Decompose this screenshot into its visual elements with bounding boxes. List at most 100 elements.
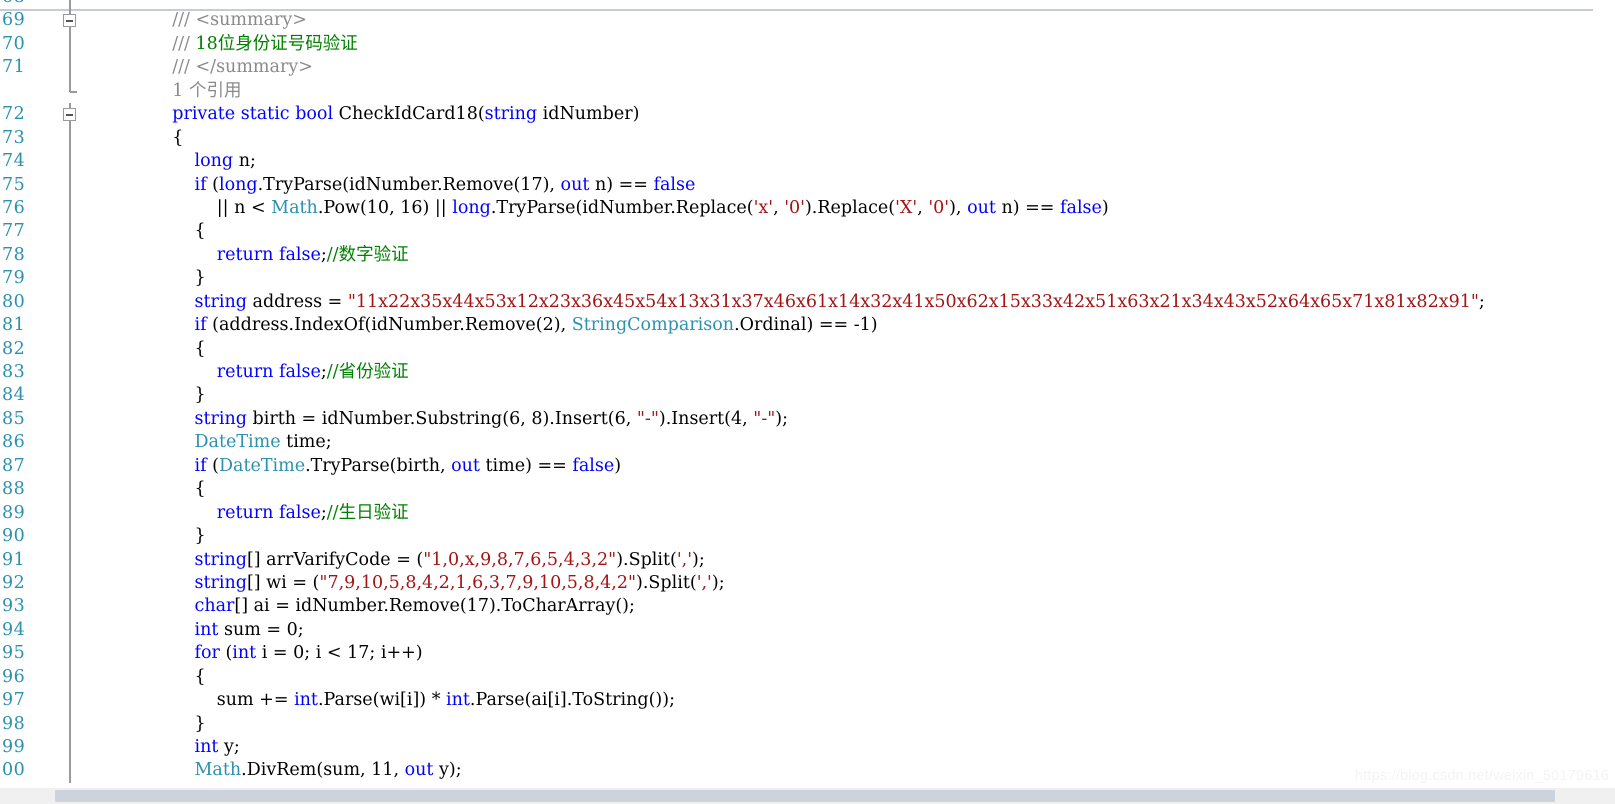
fold-margin[interactable] — [62, 454, 80, 479]
code-line[interactable]: 82 { — [0, 337, 1615, 361]
code-text[interactable]: } — [150, 267, 206, 290]
fold-margin[interactable] — [62, 9, 80, 33]
code-line[interactable]: 89 return false;//生日验证 — [0, 501, 1615, 526]
code-text[interactable]: int y; — [150, 736, 240, 759]
fold-margin[interactable] — [62, 56, 80, 80]
code-line[interactable]: 75 if (long.TryParse(idNumber.Remove(17)… — [0, 173, 1615, 197]
code-line[interactable]: 77 { — [0, 220, 1615, 244]
code-line[interactable]: 78 return false;//数字验证 — [0, 243, 1615, 268]
fold-margin[interactable] — [62, 337, 80, 361]
code-text[interactable]: { — [150, 478, 206, 501]
code-line[interactable]: 98 } — [0, 712, 1615, 736]
fold-margin[interactable] — [62, 243, 80, 268]
code-text[interactable]: long n; — [150, 150, 256, 173]
code-text[interactable]: || n < Math.Pow(10, 16) || long.TryParse… — [150, 197, 1109, 220]
code-line[interactable]: 74 long n; — [0, 150, 1615, 174]
code-text[interactable]: /// </summary> — [150, 56, 313, 79]
fold-margin[interactable] — [62, 595, 80, 619]
fold-margin[interactable] — [62, 665, 80, 690]
fold-margin[interactable] — [62, 736, 80, 760]
code-text[interactable]: Math.DivRem(sum, 11, out y); — [150, 759, 462, 782]
code-text[interactable]: return false;//数字验证 — [150, 244, 409, 267]
code-text[interactable]: { — [150, 127, 183, 150]
code-text[interactable]: if (address.IndexOf(idNumber.Remove(2), … — [150, 314, 878, 337]
code-text[interactable]: /// 18位身份证号码验证 — [150, 33, 358, 56]
code-line[interactable]: 90 } — [0, 525, 1615, 549]
code-line[interactable]: 68 — [0, 0, 1615, 10]
code-line[interactable]: 71 /// </summary> — [0, 56, 1615, 80]
code-line[interactable]: 76 || n < Math.Pow(10, 16) || long.TryPa… — [0, 196, 1615, 221]
fold-margin[interactable] — [62, 220, 80, 244]
fold-margin[interactable] — [62, 712, 80, 736]
code-line[interactable]: 79 } — [0, 267, 1615, 291]
code-line[interactable]: 95 for (int i = 0; i < 17; i++) — [0, 642, 1615, 666]
fold-margin[interactable] — [62, 642, 80, 666]
fold-margin[interactable] — [62, 571, 80, 596]
code-text[interactable]: } — [150, 525, 206, 548]
code-line[interactable]: 96 { — [0, 665, 1615, 690]
code-line[interactable]: 72 private static bool CheckIdCard18(str… — [0, 103, 1615, 127]
code-text[interactable]: string[] arrVarifyCode = ("1,0,x,9,8,7,6… — [150, 549, 705, 572]
code-line[interactable]: 83 return false;//省份验证 — [0, 361, 1615, 385]
fold-margin[interactable] — [62, 103, 80, 127]
code-text[interactable]: string[] wi = ("7,9,10,5,8,4,2,1,6,3,7,9… — [150, 572, 725, 595]
code-line[interactable]: 87 if (DateTime.TryParse(birth, out time… — [0, 454, 1615, 479]
fold-margin[interactable] — [62, 431, 80, 455]
fold-margin[interactable] — [62, 32, 80, 57]
fold-margin[interactable] — [62, 501, 80, 526]
code-line[interactable]: 84 } — [0, 384, 1615, 408]
code-line[interactable]: 70 /// 18位身份证号码验证 — [0, 32, 1615, 57]
code-text[interactable]: { — [150, 220, 206, 243]
code-text[interactable]: if (DateTime.TryParse(birth, out time) =… — [150, 455, 622, 478]
code-line[interactable]: 99 int y; — [0, 736, 1615, 760]
code-line[interactable]: 97 sum += int.Parse(wi[i]) * int.Parse(a… — [0, 689, 1615, 713]
code-line[interactable]: 91 string[] arrVarifyCode = ("1,0,x,9,8,… — [0, 548, 1615, 572]
code-text[interactable]: DateTime time; — [150, 431, 332, 454]
code-text[interactable]: } — [150, 713, 206, 736]
code-line[interactable]: 92 string[] wi = ("7,9,10,5,8,4,2,1,6,3,… — [0, 571, 1615, 596]
code-text[interactable]: sum += int.Parse(wi[i]) * int.Parse(ai[i… — [150, 689, 675, 712]
fold-margin[interactable] — [62, 173, 80, 197]
code-line[interactable]: 80 string address = "11x22x35x44x53x12x2… — [0, 290, 1615, 315]
horizontal-scrollbar-track[interactable] — [0, 788, 1615, 804]
collapse-region-icon[interactable] — [63, 108, 76, 122]
fold-margin[interactable] — [62, 478, 80, 502]
code-text[interactable]: 1 个引用 — [150, 80, 241, 103]
fold-margin[interactable] — [62, 689, 80, 713]
code-line[interactable]: 86 DateTime time; — [0, 431, 1615, 455]
fold-margin[interactable] — [62, 267, 80, 291]
fold-margin[interactable] — [62, 525, 80, 549]
fold-margin[interactable] — [62, 150, 80, 174]
code-line[interactable]: 88 { — [0, 478, 1615, 502]
code-text[interactable]: private static bool CheckIdCard18(string… — [150, 103, 639, 126]
fold-margin[interactable] — [62, 0, 80, 10]
fold-margin[interactable] — [62, 384, 80, 408]
fold-margin[interactable] — [62, 290, 80, 315]
code-line[interactable]: 81 if (address.IndexOf(idNumber.Remove(2… — [0, 314, 1615, 338]
code-line[interactable]: 1 个引用 — [0, 79, 1615, 103]
code-text[interactable]: return false;//生日验证 — [150, 502, 409, 525]
fold-margin[interactable] — [62, 126, 80, 151]
fold-margin[interactable] — [62, 196, 80, 221]
code-text[interactable]: return false;//省份验证 — [150, 361, 409, 384]
fold-margin[interactable] — [62, 618, 80, 643]
code-line[interactable]: 93 char[] ai = idNumber.Remove(17).ToCha… — [0, 595, 1615, 619]
code-text[interactable]: if (long.TryParse(idNumber.Remove(17), o… — [150, 174, 696, 197]
code-line[interactable]: 73 { — [0, 126, 1615, 151]
fold-margin[interactable] — [62, 759, 80, 783]
fold-margin[interactable] — [62, 314, 80, 338]
code-text[interactable]: /// <summary> — [150, 9, 307, 32]
fold-margin[interactable] — [62, 79, 80, 103]
code-text[interactable]: string address = "11x22x35x44x53x12x23x3… — [150, 291, 1485, 314]
code-text[interactable]: { — [150, 338, 206, 361]
code-line[interactable]: 94 int sum = 0; — [0, 618, 1615, 643]
code-text[interactable]: int sum = 0; — [150, 619, 304, 642]
collapse-region-icon[interactable] — [63, 14, 76, 28]
horizontal-scrollbar-thumb[interactable] — [55, 790, 1555, 802]
code-text[interactable]: for (int i = 0; i < 17; i++) — [150, 642, 423, 665]
code-editor[interactable]: 6869 /// <summary>70 /// 18位身份证号码验证71 //… — [0, 0, 1615, 804]
fold-margin[interactable] — [62, 407, 80, 432]
fold-margin[interactable] — [62, 361, 80, 385]
code-text[interactable]: char[] ai = idNumber.Remove(17).ToCharAr… — [150, 595, 635, 618]
fold-margin[interactable] — [62, 548, 80, 572]
